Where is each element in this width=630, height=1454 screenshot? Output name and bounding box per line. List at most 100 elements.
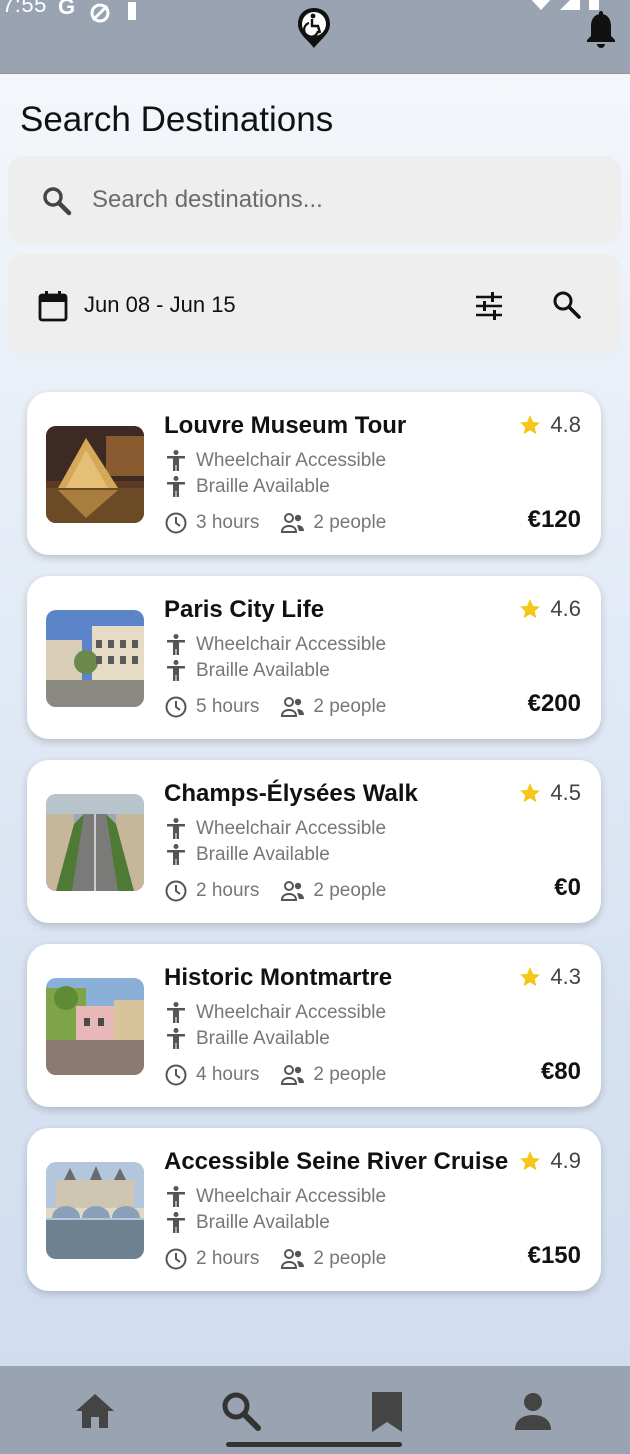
search-icon[interactable] [218,1388,264,1434]
google-status-icon: G [58,0,76,19]
active-tab-indicator [226,1442,402,1447]
home-icon[interactable] [72,1388,118,1434]
people: 2 people [313,1064,387,1085]
people-icon [281,1065,305,1085]
status-time: 7:55 [2,0,47,17]
accessibility-icon [167,818,185,839]
destination-title: Accessible Seine River Cruise [164,1148,509,1175]
accessibility-icon [167,1212,185,1233]
notification-bell-icon[interactable] [584,10,618,50]
feature-row: Wheelchair Accessible [164,1185,386,1209]
destination-title: Champs-Élysées Walk [164,780,418,807]
feature-row: Wheelchair Accessible [164,817,386,841]
destination-card[interactable]: Champs-Élysées Walk 4.5 Wheelchair Acces… [27,760,601,923]
rating: 4.3 [518,964,581,990]
meta-row: 5 hours 2 people [164,695,386,719]
feature-row: Braille Available [164,475,330,499]
clock-icon [165,1064,187,1086]
bottom-navigation [0,1366,630,1454]
rating: 4.8 [518,412,581,438]
destination-thumbnail-montmartre [46,978,144,1075]
star-icon [520,783,541,803]
feature-row: Wheelchair Accessible [164,1001,386,1025]
rating-value: 4.9 [550,1148,581,1173]
people-icon [281,881,305,901]
destination-card[interactable]: Accessible Seine River Cruise 4.9 Wheelc… [27,1128,601,1291]
calendar-icon[interactable] [38,290,68,322]
clock-icon [165,512,187,534]
accessibility-icon [167,660,185,681]
feature-text: Wheelchair Accessible [196,1186,387,1207]
feature-text: Wheelchair Accessible [196,634,387,655]
destination-thumbnail-louvre [46,426,144,523]
feature-text: Wheelchair Accessible [196,450,387,471]
destination-thumbnail-seine [46,1162,144,1259]
clock-icon [165,696,187,718]
duration: 3 hours [196,512,260,533]
people: 2 people [313,1248,387,1269]
people-icon [281,697,305,717]
destination-title: Historic Montmartre [164,964,393,991]
wifi-icon [531,0,551,10]
feature-row: Braille Available [164,843,330,867]
app-logo-icon [298,8,330,48]
destination-title: Louvre Museum Tour [164,412,407,439]
page-title: Search Destinations [20,100,334,139]
people: 2 people [313,696,387,717]
destination-card[interactable]: Historic Montmartre 4.3 Wheelchair Acces… [27,944,601,1107]
price: €150 [527,1242,581,1269]
search-submit-icon[interactable] [552,290,582,320]
search-input[interactable] [92,180,592,220]
feature-row: Braille Available [164,1211,330,1235]
price: €0 [554,874,581,901]
rating: 4.9 [518,1148,581,1174]
rating-value: 4.5 [550,780,581,805]
price: €80 [540,1058,581,1085]
duration: 2 hours [196,1248,260,1269]
destination-card[interactable]: Paris City Life 4.6 Wheelchair Accessibl… [27,576,601,739]
feature-text: Wheelchair Accessible [196,1002,387,1023]
accessibility-status-icon [128,2,137,20]
accessibility-icon [167,450,185,471]
destination-thumbnail-champs-elysees [46,794,144,891]
price: €200 [527,690,581,717]
star-icon [520,599,541,619]
rating: 4.6 [518,596,581,622]
rating-value: 4.6 [550,596,581,621]
feature-row: Wheelchair Accessible [164,449,386,473]
star-icon [520,967,541,987]
feature-row: Braille Available [164,1027,330,1051]
feature-row: Braille Available [164,659,330,683]
feature-text: Wheelchair Accessible [196,818,387,839]
rating-value: 4.3 [550,964,581,989]
destination-card[interactable]: Louvre Museum Tour 4.8 Wheelchair Access… [27,392,601,555]
price: €120 [527,506,581,533]
date-range[interactable]: Jun 08 - Jun 15 [84,292,236,318]
people: 2 people [313,512,387,533]
duration: 4 hours [196,1064,260,1085]
accessibility-icon [167,1002,185,1023]
people-icon [281,1249,305,1269]
people: 2 people [313,880,387,901]
meta-row: 2 hours 2 people [164,1247,386,1271]
feature-text: Braille Available [196,1212,330,1233]
duration: 5 hours [196,696,260,717]
star-icon [520,415,541,435]
accessibility-icon [167,634,185,655]
tune-filter-icon[interactable] [474,292,504,320]
feature-text: Braille Available [196,660,330,681]
search-bar[interactable] [8,156,621,244]
search-icon [43,187,72,216]
accessibility-icon [167,1028,185,1049]
star-icon [520,1151,541,1171]
rating: 4.5 [518,780,581,806]
clock-icon [165,1248,187,1270]
bookmark-icon[interactable] [364,1388,410,1434]
top-app-bar: 7:55 G [0,0,630,74]
accessibility-icon [167,1186,185,1207]
people-icon [281,513,305,533]
profile-icon[interactable] [510,1388,556,1434]
rating-value: 4.8 [550,412,581,437]
status-icons-left: G [58,0,139,24]
meta-row: 4 hours 2 people [164,1063,386,1087]
